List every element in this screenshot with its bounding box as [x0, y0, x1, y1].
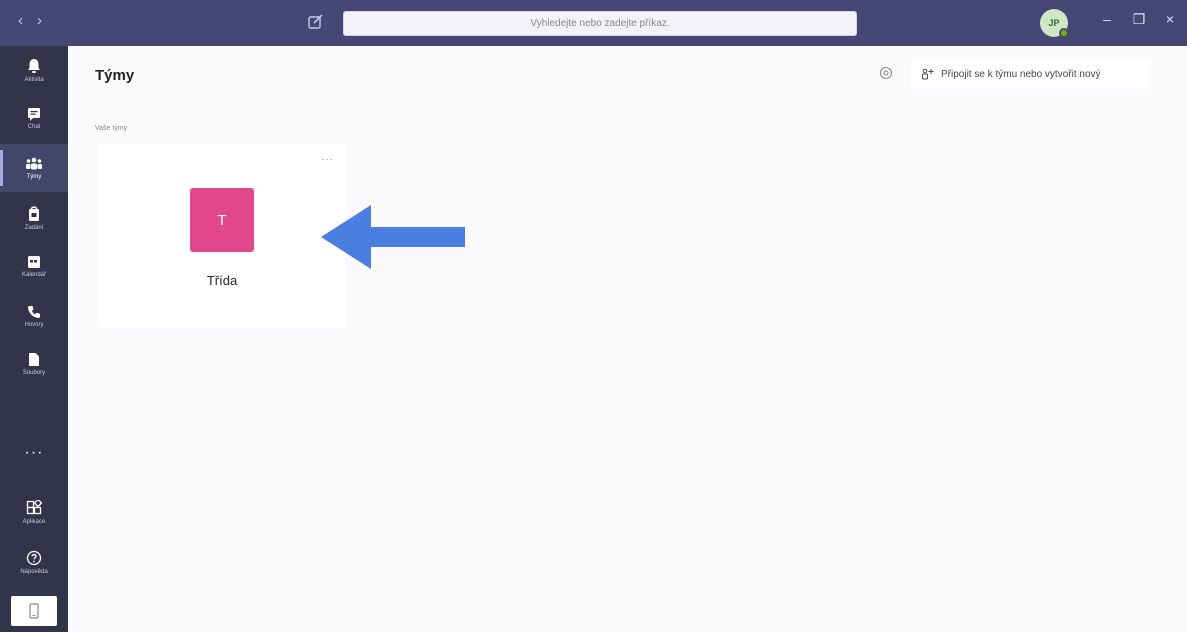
history-nav: ‹ ›	[18, 12, 42, 29]
rail-item-assignments[interactable]: Zadání	[0, 194, 68, 242]
team-card[interactable]: ··· T Třída	[98, 144, 346, 328]
rail-item-activity[interactable]: Aktivita	[0, 46, 68, 94]
rail-label: Chat	[27, 123, 41, 130]
rail-item-teams[interactable]: Týmy	[0, 144, 68, 192]
presence-status-icon	[1059, 28, 1069, 38]
rail-item-chat[interactable]: Chat	[0, 94, 68, 142]
user-avatar[interactable]: JP	[1040, 9, 1069, 38]
apps-icon	[26, 499, 42, 514]
team-more-options-button[interactable]: ···	[321, 154, 334, 165]
teams-icon	[26, 157, 42, 169]
rail-label: Zadání	[24, 224, 44, 231]
app-bar: Aktivita Chat Týmy Zadání Kalendář Hovor…	[0, 46, 68, 632]
new-chat-icon[interactable]	[305, 11, 327, 33]
rail-item-calendar[interactable]: Kalendář	[0, 242, 68, 290]
add-team-icon	[922, 68, 934, 80]
rail-label: Aplikace	[22, 518, 46, 525]
avatar-initials: JP	[1048, 18, 1060, 28]
rail-label: Kalendář	[21, 271, 47, 278]
team-avatar: T	[190, 188, 254, 252]
download-mobile-app-button[interactable]	[11, 596, 57, 626]
rail-label: Hovory	[24, 321, 44, 328]
calendar-icon	[28, 255, 40, 268]
chat-icon	[28, 107, 40, 121]
join-or-create-team-button[interactable]: Připojit se k týmu nebo vytvořit nový	[911, 59, 1151, 89]
assignments-icon	[29, 205, 39, 221]
close-button[interactable]: ×	[1160, 11, 1180, 27]
rail-item-apps[interactable]: Aplikace	[0, 488, 68, 536]
rail-item-help[interactable]: Nápověda	[0, 538, 68, 586]
rail-label: Soubory	[22, 370, 46, 376]
rail-item-files[interactable]: Soubory	[0, 340, 68, 388]
file-icon	[29, 353, 39, 366]
rail-label: Nápověda	[20, 568, 48, 575]
back-icon[interactable]: ‹	[18, 12, 23, 29]
rail-label: Aktivita	[24, 76, 44, 83]
maximize-button[interactable]: ❐	[1129, 11, 1149, 28]
mobile-phone-icon	[29, 603, 39, 619]
title-bar: ‹ › Vyhledejte nebo zadejte příkaz. JP –…	[0, 0, 1187, 46]
annotation-arrow-icon	[321, 205, 465, 269]
rail-label: Týmy	[26, 173, 42, 180]
page-title: Týmy	[95, 67, 135, 84]
main-content: Týmy Připojit se k týmu nebo vytvořit no…	[68, 46, 1187, 632]
team-name: Třída	[206, 273, 238, 288]
minimize-button[interactable]: –	[1097, 11, 1117, 27]
section-label: Vaše týmy	[95, 125, 128, 132]
join-or-create-team-label: Připojit se k týmu nebo vytvořit nový	[941, 68, 1101, 80]
more-apps-button[interactable]: ···	[0, 444, 68, 462]
phone-icon	[28, 305, 40, 318]
search-input[interactable]: Vyhledejte nebo zadejte příkaz.	[343, 11, 857, 36]
rail-item-calls[interactable]: Hovory	[0, 292, 68, 340]
bell-icon	[28, 58, 40, 73]
search-placeholder: Vyhledejte nebo zadejte příkaz.	[530, 18, 670, 29]
forward-icon[interactable]: ›	[37, 12, 42, 29]
settings-gear-icon[interactable]	[878, 65, 894, 81]
help-icon	[26, 550, 42, 565]
team-initial: T	[217, 211, 227, 229]
